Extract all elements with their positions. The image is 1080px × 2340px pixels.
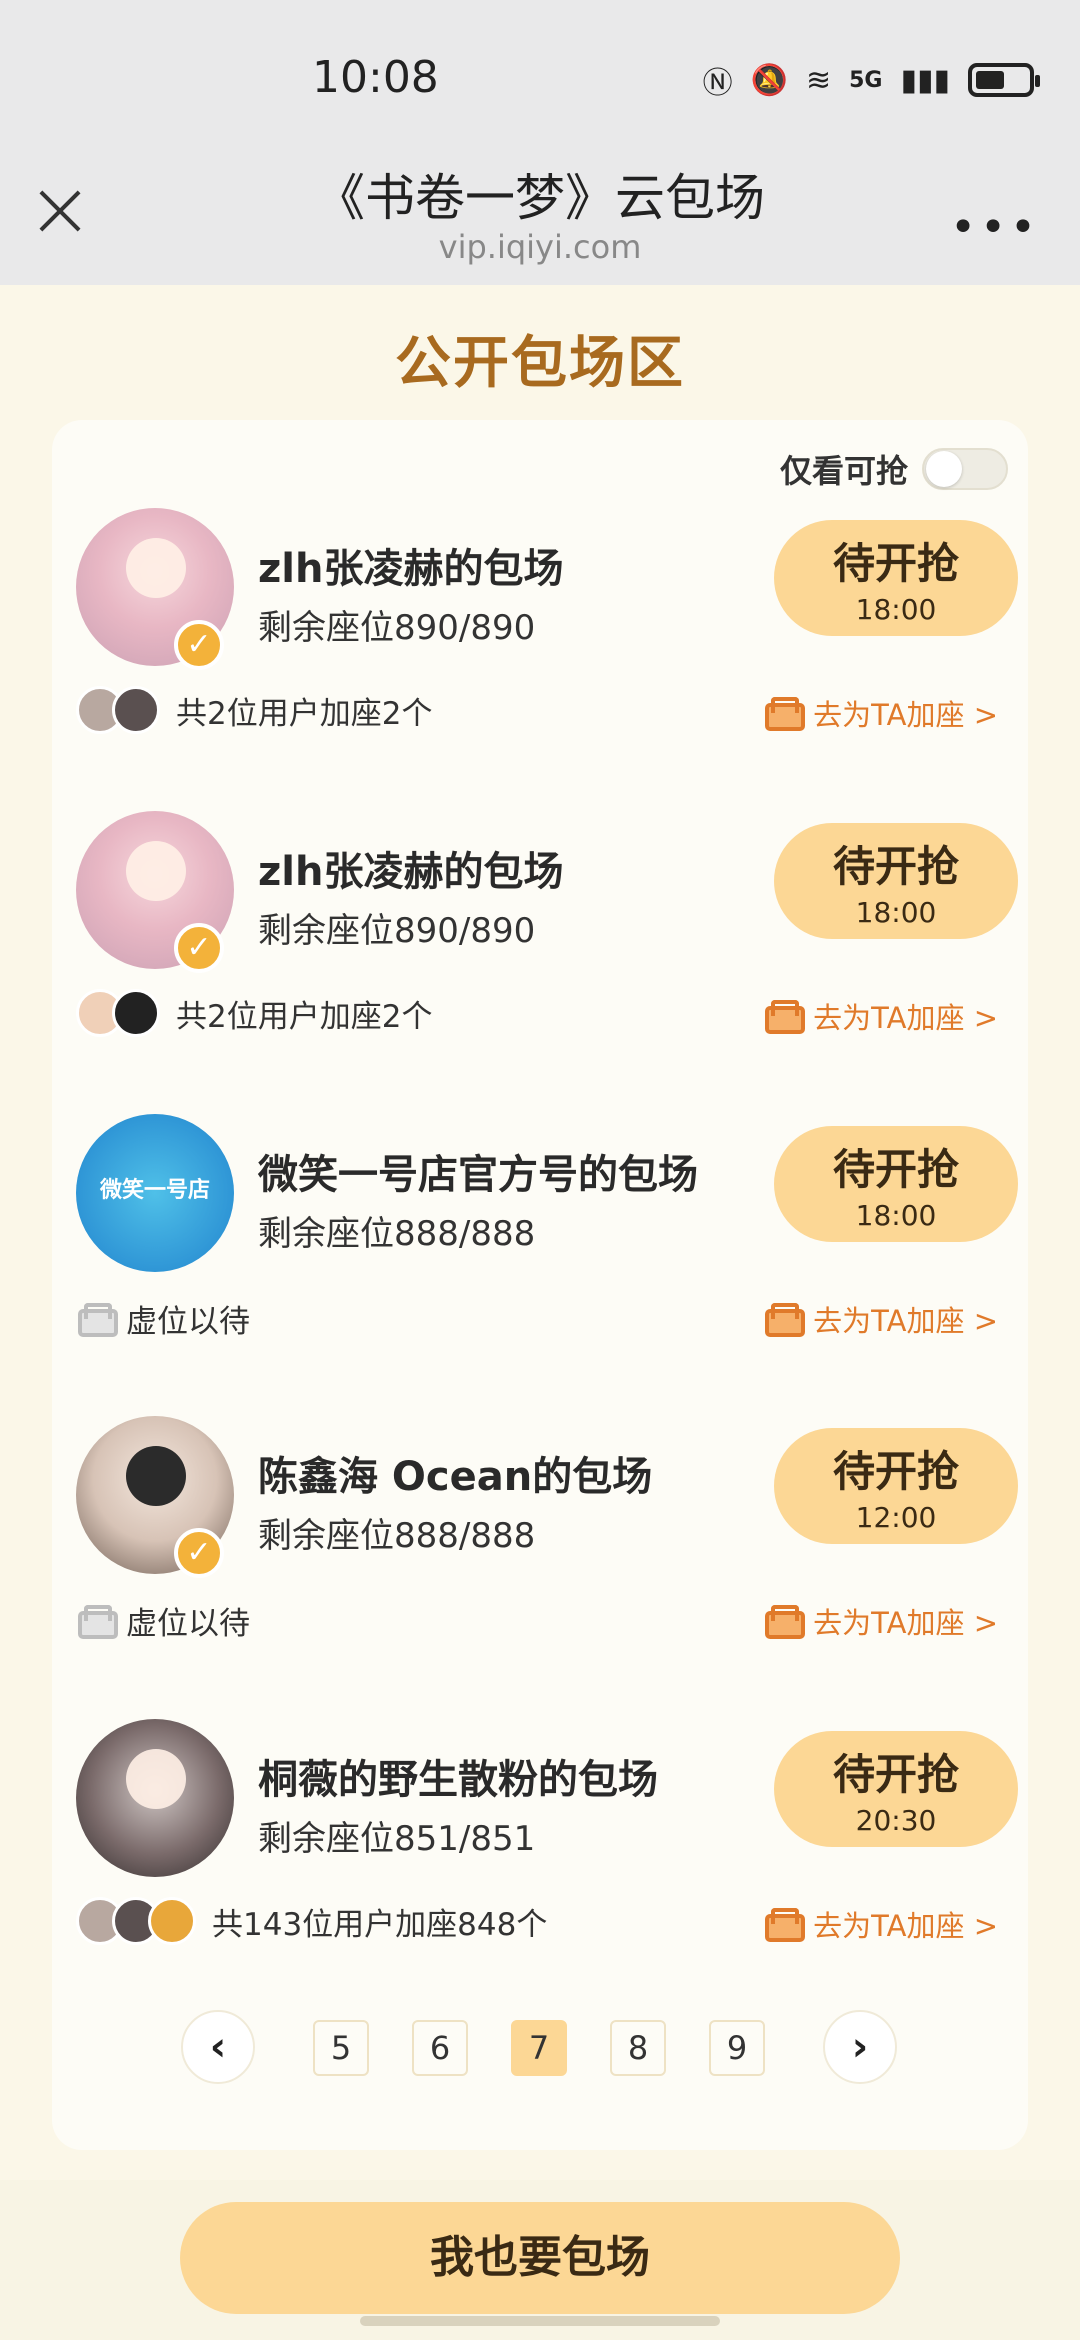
list-item: 微笑一号店 微笑一号店官方号的包场 剩余座位888/888 待开抢 18:00 … xyxy=(52,1114,1028,1364)
card-title: zlh张凌赫的包场 xyxy=(258,546,564,592)
page-url: vip.iqiyi.com xyxy=(438,228,642,266)
card-seats: 剩余座位888/888 xyxy=(258,1214,536,1254)
mute-icon: 🔕 xyxy=(750,62,788,98)
network-label: 5G xyxy=(849,67,883,93)
status-time: 10:08 xyxy=(312,52,439,103)
signal-icon: ▮▮▮ xyxy=(900,62,950,98)
participants: 共2位用户加座2个 xyxy=(76,686,432,734)
mini-avatar xyxy=(112,989,160,1037)
participants-text: 共143位用户加座848个 xyxy=(212,1906,548,1943)
add-seat-link[interactable]: 去为TA加座 > xyxy=(763,1298,998,1340)
seat-icon xyxy=(76,1604,118,1639)
mini-avatar xyxy=(148,1897,196,1945)
pagination: ‹ 5 6 7 8 9 › xyxy=(0,2010,1080,2090)
empty-seat: 虚位以待 xyxy=(76,1296,250,1341)
empty-seat: 虚位以待 xyxy=(76,1598,250,1643)
wifi-icon: ≋ xyxy=(805,62,832,98)
verified-icon: ✓ xyxy=(174,620,224,670)
seat-icon xyxy=(763,697,806,731)
grab-button[interactable]: 待开抢 18:00 xyxy=(774,520,1018,636)
section-title: 公开包场区 xyxy=(395,331,685,396)
page-8[interactable]: 8 xyxy=(610,2020,666,2076)
home-indicator[interactable] xyxy=(360,2316,720,2326)
add-seat-link[interactable]: 去为TA加座 > xyxy=(763,1903,998,1945)
card-title: 微笑一号店官方号的包场 xyxy=(258,1152,698,1198)
battery-icon xyxy=(968,63,1040,97)
seat-icon xyxy=(76,1302,118,1337)
page-title: 《书卷一梦》云包场 xyxy=(315,169,765,227)
status-icons: Ⓝ 🔕 ≋ 5G ▮▮▮ xyxy=(702,58,1040,102)
list-item: ✓ zlh张凌赫的包场 剩余座位890/890 待开抢 18:00 共2位用户加… xyxy=(52,811,1028,1061)
card-seats: 剩余座位890/890 xyxy=(258,911,536,951)
card-seats: 剩余座位851/851 xyxy=(258,1819,536,1859)
page-6[interactable]: 6 xyxy=(412,2020,468,2076)
filter-toggle-group[interactable]: 仅看可抢 xyxy=(780,446,1008,492)
seat-icon xyxy=(763,1605,806,1639)
seat-icon xyxy=(763,1303,806,1337)
participants-text: 共2位用户加座2个 xyxy=(176,998,433,1035)
avatar[interactable] xyxy=(76,1719,234,1877)
participants: 共2位用户加座2个 xyxy=(76,989,432,1037)
page-5[interactable]: 5 xyxy=(313,2020,369,2076)
avatar[interactable]: 微笑一号店 xyxy=(76,1114,234,1272)
card-seats: 剩余座位890/890 xyxy=(258,608,536,648)
browser-header: 《书卷一梦》云包场 vip.iqiyi.com ••• xyxy=(0,150,1080,285)
add-seat-link[interactable]: 去为TA加座 > xyxy=(763,692,998,734)
card-title: zlh张凌赫的包场 xyxy=(258,849,564,895)
more-icon[interactable]: ••• xyxy=(950,202,1040,253)
page-9[interactable]: 9 xyxy=(709,2020,765,2076)
grab-button[interactable]: 待开抢 12:00 xyxy=(774,1428,1018,1544)
grab-button[interactable]: 待开抢 18:00 xyxy=(774,1126,1018,1242)
add-seat-link[interactable]: 去为TA加座 > xyxy=(763,995,998,1037)
card-title: 桐薇的野生散粉的包场 xyxy=(258,1757,658,1803)
card-title: 陈鑫海 Ocean的包场 xyxy=(258,1454,653,1500)
list-item: 桐薇的野生散粉的包场 剩余座位851/851 待开抢 20:30 共143位用户… xyxy=(52,1719,1028,1969)
mini-avatar xyxy=(112,686,160,734)
next-page-button[interactable]: › xyxy=(823,2010,897,2084)
avatar-logo: 微笑一号店 xyxy=(99,1178,210,1203)
seat-icon xyxy=(763,1000,806,1034)
grab-button[interactable]: 待开抢 18:00 xyxy=(774,823,1018,939)
status-bar: 10:08 Ⓝ 🔕 ≋ 5G ▮▮▮ xyxy=(0,0,1080,150)
participants: 共143位用户加座848个 xyxy=(76,1897,547,1945)
nfc-icon: Ⓝ xyxy=(702,66,733,101)
seat-icon xyxy=(763,1908,806,1942)
page-7[interactable]: 7 xyxy=(511,2020,567,2076)
card-seats: 剩余座位888/888 xyxy=(258,1516,536,1556)
filter-label: 仅看可抢 xyxy=(779,452,908,490)
list-item: ✓ 陈鑫海 Ocean的包场 剩余座位888/888 待开抢 12:00 虚位以… xyxy=(52,1416,1028,1666)
list-item: ✓ zlh张凌赫的包场 剩余座位890/890 待开抢 18:00 共2位用户加… xyxy=(52,508,1028,758)
prev-page-button[interactable]: ‹ xyxy=(181,2010,255,2084)
verified-icon: ✓ xyxy=(174,923,224,973)
create-session-button[interactable]: 我也要包场 xyxy=(180,2202,900,2314)
grab-button[interactable]: 待开抢 20:30 xyxy=(774,1731,1018,1847)
participants-text: 共2位用户加座2个 xyxy=(176,695,433,732)
verified-icon: ✓ xyxy=(174,1528,224,1578)
filter-toggle[interactable] xyxy=(922,448,1008,490)
add-seat-link[interactable]: 去为TA加座 > xyxy=(763,1600,998,1642)
